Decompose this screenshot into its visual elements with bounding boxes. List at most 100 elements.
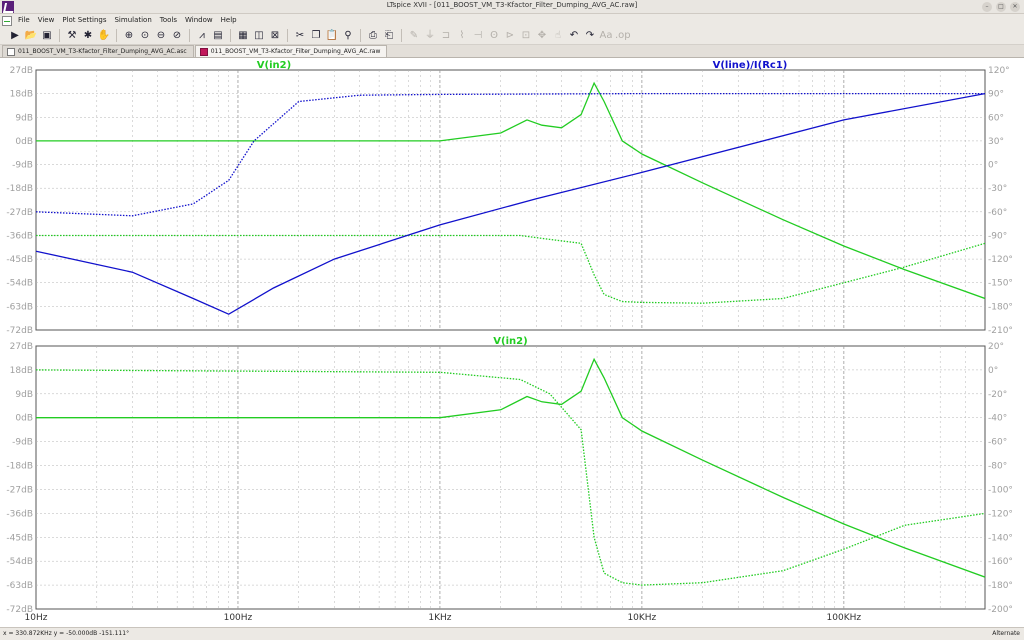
y-tick-label-right: 20° [988,342,1004,352]
waveform-viewer[interactable]: 27dB 120° 18dB 90° 9dB 60° 0dB 30° -9dB 0° -18dB -3… [0,58,1024,627]
y-tick-label-right: -100° [988,485,1013,495]
cut-icon[interactable]: ✂ [293,29,307,43]
cursor-readout: x = 330.872KHz y = -50.000dB -151.111° [3,630,130,637]
spice-directive-icon[interactable]: .op [615,29,631,43]
capacitor-icon[interactable]: ⊣ [471,29,485,43]
document-icon[interactable] [2,15,12,26]
y-tick-label-left: -54dB [6,557,33,567]
close-window-icon[interactable]: ⊠ [268,29,282,43]
tab-label: 011_BOOST_VM_T3-Kfactor_Filter_Dumping_A… [210,47,381,55]
control-panel-icon[interactable]: ⚒ [65,29,79,43]
close-button[interactable]: ✕ [1010,2,1020,12]
y-tick-label-left: -18dB [6,462,33,472]
trace-label[interactable]: V(in2) [257,60,291,71]
autorange-icon[interactable]: ⩘ [195,29,209,43]
y-tick-label-left: 9dB [15,113,33,123]
y-tick-label-left: 0dB [15,414,33,424]
plot-pane-2[interactable]: 27dB 20° 18dB 0° 9dB -20° 0dB -40° -9dB -60° -18dB… [6,336,1013,623]
toolbar-separator [116,29,117,42]
y-tick-label-right: -140° [988,533,1013,543]
y-tick-label-left: -54dB [6,279,33,289]
y-tick-label-right: -180° [988,302,1013,312]
plot-canvas[interactable]: 27dB 120° 18dB 90° 9dB 60° 0dB 30° -9dB 0° -18dB -3… [0,58,1024,627]
inductor-icon[interactable]: ʘ [487,29,501,43]
mode-indicator: Alternate [992,630,1020,637]
y-tick-label-right: 120° [988,66,1010,76]
x-tick-label: 1KHz [428,613,451,623]
run-icon[interactable]: ▶ [8,29,22,43]
zoom-cancel-icon[interactable]: ⊘ [170,29,184,43]
y-tick-label-left: 27dB [10,342,33,352]
y-tick-label-right: -160° [988,557,1013,567]
pan-icon[interactable]: ✋ [97,29,111,43]
print-setup-icon[interactable]: ⎗ [382,29,396,43]
paste-icon[interactable]: 📋 [325,29,339,43]
x-tick-label: 100KHz [827,613,862,623]
y-tick-label-right: 60° [988,113,1004,123]
text-icon[interactable]: Aa [599,29,613,43]
trace-label[interactable]: V(in2) [493,336,527,347]
zoom-out-icon[interactable]: ⊖ [154,29,168,43]
tile-windows-icon[interactable]: ▦ [236,29,250,43]
plot-frame [35,345,986,610]
y-tick-label-left: -36dB [6,509,33,519]
y-tick-label-right: -40° [988,414,1007,424]
y-tick-label-left: 27dB [10,66,33,76]
tile-icon[interactable]: ▤ [211,29,225,43]
trace-label[interactable]: V(line)/I(Rc1) [713,60,788,71]
y-tick-label-right: -20° [988,390,1007,400]
plot-pane-1[interactable]: 27dB 120° 18dB 90° 9dB 60° 0dB 30° -9dB 0° -18dB -3… [6,60,1013,336]
print-icon[interactable]: ⎙ [366,29,380,43]
save-icon[interactable]: ▣ [40,29,54,43]
menu-plot-settings[interactable]: Plot Settings [58,14,110,27]
zoom-in-icon[interactable]: ⊕ [122,29,136,43]
undo-icon[interactable]: ↶ [567,29,581,43]
y-tick-label-right: -30° [988,184,1007,194]
find-icon[interactable]: ⚲ [341,29,355,43]
redo-icon[interactable]: ↷ [583,29,597,43]
resistor-icon[interactable]: ⌇ [455,29,469,43]
y-tick-label-right: -60° [988,438,1007,448]
y-tick-label-right: -210° [988,326,1013,336]
y-tick-label-right: -180° [988,581,1013,591]
ground-icon[interactable]: ⏚ [423,29,437,43]
y-tick-label-left: 18dB [10,90,33,100]
menu-help[interactable]: Help [217,14,241,27]
y-tick-label-left: -45dB [6,255,33,265]
minimize-button[interactable]: – [982,2,992,12]
wire-icon[interactable]: ✎ [407,29,421,43]
y-tick-label-left: 0dB [15,137,33,147]
y-tick-label-right: 90° [988,90,1004,100]
menu-window[interactable]: Window [181,14,217,27]
menu-simulation[interactable]: Simulation [110,14,155,27]
y-tick-label-right: -120° [988,255,1013,265]
y-tick-label-left: -9dB [12,438,33,448]
y-tick-label-right: -90° [988,231,1007,241]
copy-icon[interactable]: ❐ [309,29,323,43]
title-bar: LTspice XVII - [011_BOOST_VM_T3-Kfactor_… [0,0,1024,14]
open-icon[interactable]: 📂 [24,29,38,43]
menu-tools[interactable]: Tools [156,14,181,27]
window-controls: – □ ✕ [982,2,1020,12]
component-icon[interactable]: ⊡ [519,29,533,43]
tab-waveform[interactable]: 011_BOOST_VM_T3-Kfactor_Filter_Dumping_A… [194,45,388,57]
move-icon[interactable]: ✥ [535,29,549,43]
tab-schematic[interactable]: 011_BOOST_VM_T3-Kfactor_Filter_Dumping_A… [2,45,194,57]
menu-file[interactable]: File [14,14,34,27]
toolbar-separator [189,29,190,42]
cascade-icon[interactable]: ◫ [252,29,266,43]
y-tick-label-right: 30° [988,137,1004,147]
zoom-full-icon[interactable]: ⊙ [138,29,152,43]
label-icon[interactable]: ⊐ [439,29,453,43]
menu-view[interactable]: View [34,14,59,27]
halt-icon[interactable]: ✱ [81,29,95,43]
plot-frame [35,69,986,331]
y-tick-label-right: -60° [988,208,1007,218]
window-title: LTspice XVII - [011_BOOST_VM_T3-Kfactor_… [386,1,638,9]
drag-icon[interactable]: ☝ [551,29,565,43]
y-tick-label-right: -80° [988,462,1007,472]
maximize-button[interactable]: □ [996,2,1006,12]
y-tick-label-left: 18dB [10,366,33,376]
toolbar-separator [360,29,361,42]
diode-icon[interactable]: ⊳ [503,29,517,43]
